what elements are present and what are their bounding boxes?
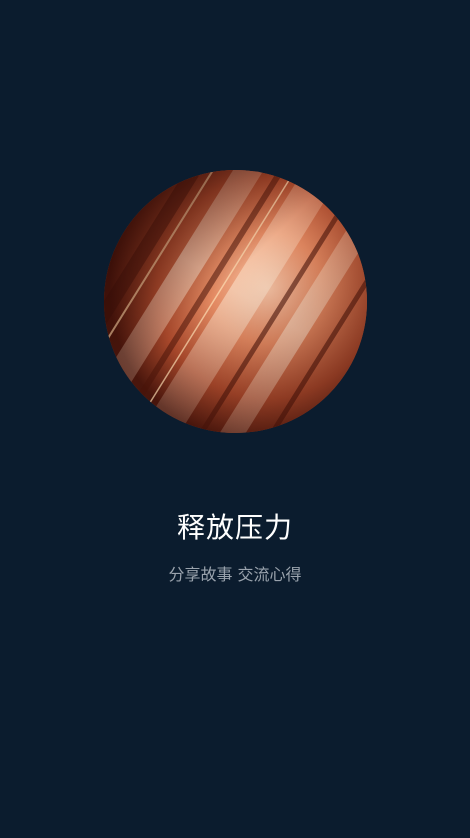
hero-image	[104, 170, 367, 433]
splash-subtitle: 分享故事 交流心得	[168, 565, 302, 584]
splash-screen: 释放压力 分享故事 交流心得	[0, 0, 470, 838]
splash-title: 释放压力	[176, 511, 293, 544]
